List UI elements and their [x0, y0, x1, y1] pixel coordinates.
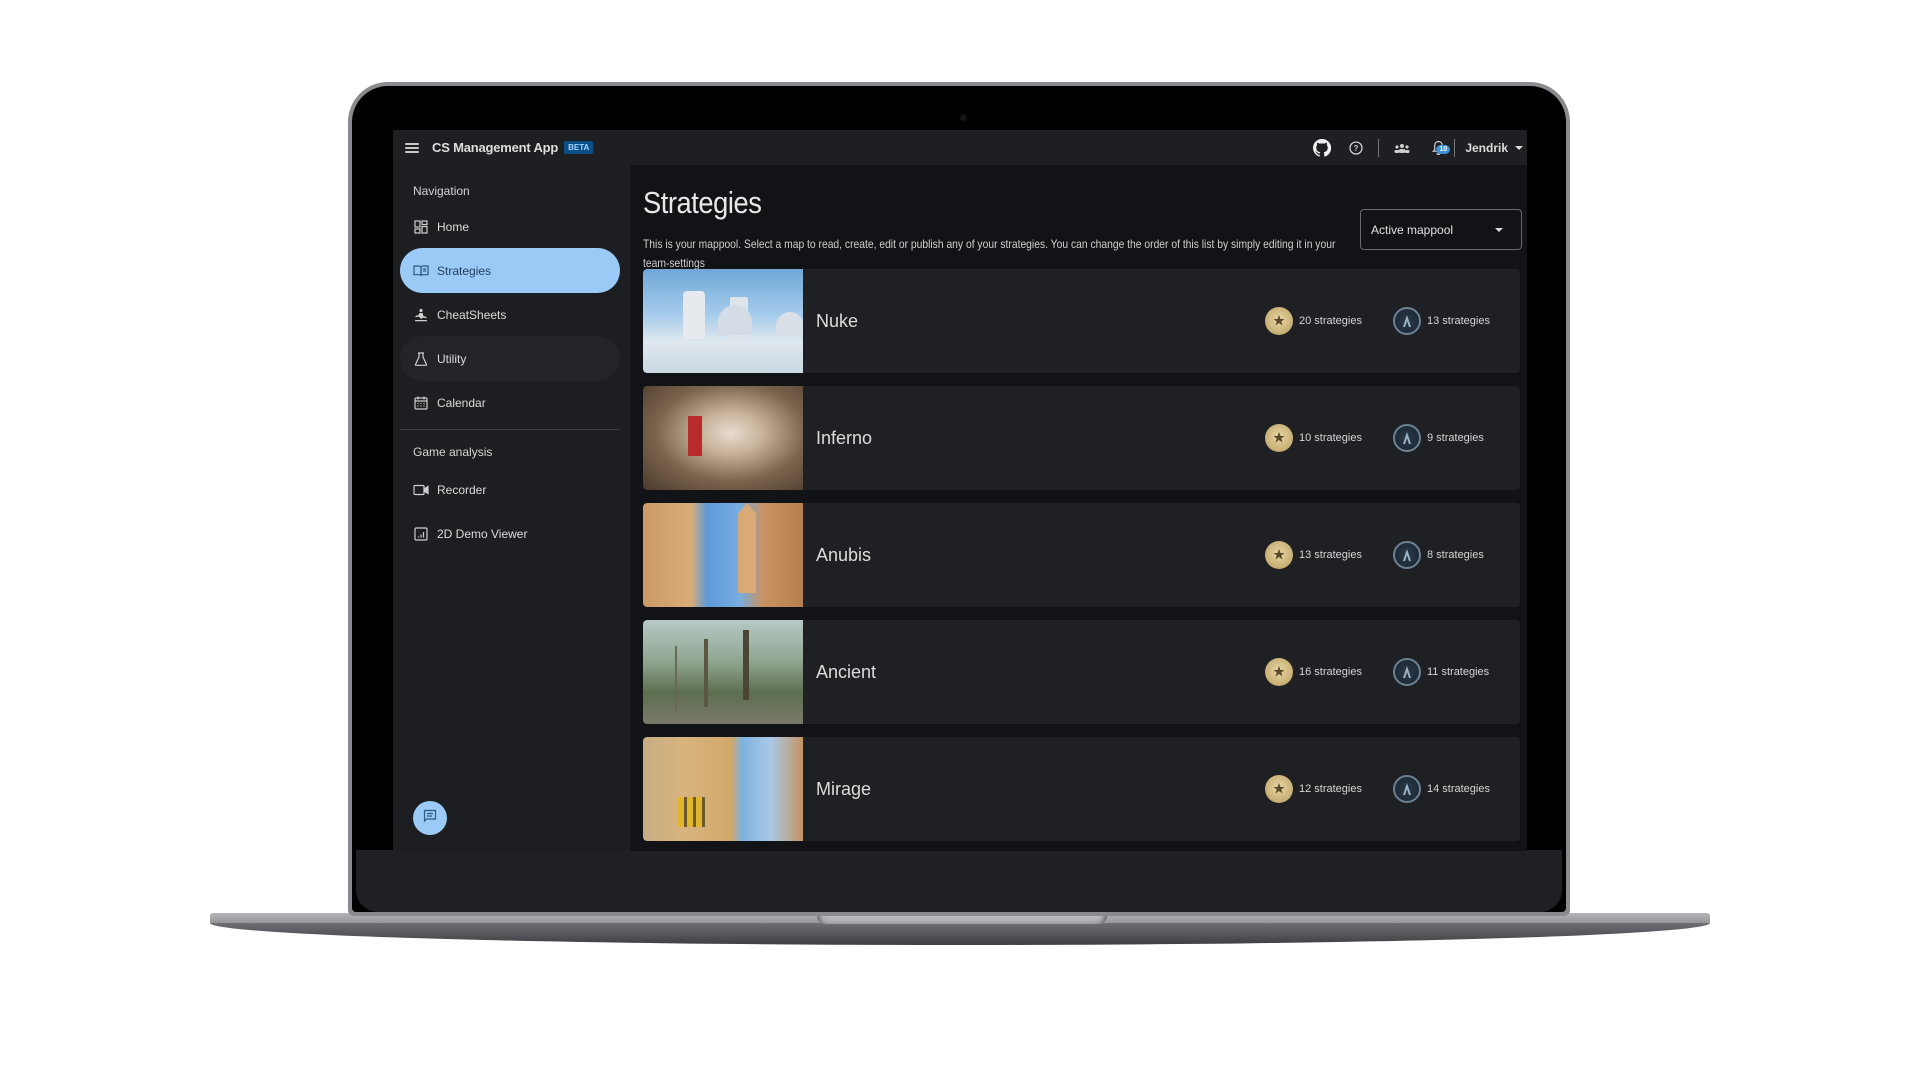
menu-icon[interactable]	[405, 142, 419, 153]
map-row-ancient[interactable]: Ancient 16 strategies 11 strategies	[643, 620, 1520, 724]
sidebar-item-recorder[interactable]: Recorder	[400, 467, 620, 512]
book-icon	[413, 263, 429, 279]
map-row-nuke[interactable]: Nuke 20 strategies 13 strategies	[643, 269, 1520, 373]
laptop-base	[210, 913, 1710, 945]
counter-terrorist-badge-icon	[1393, 424, 1421, 452]
sidebar-item-label: CheatSheets	[437, 307, 507, 322]
svg-text:?: ?	[1354, 144, 1359, 153]
t-strategy-count: 16 strategies	[1265, 658, 1362, 686]
map-name: Anubis	[816, 544, 872, 565]
beta-badge: BETA	[564, 141, 594, 154]
counter-terrorist-badge-icon	[1393, 541, 1421, 569]
counter-terrorist-badge-icon	[1393, 775, 1421, 803]
flask-icon	[413, 351, 429, 367]
sidebar-item-2d-demo-viewer[interactable]: 2D Demo Viewer	[400, 511, 620, 556]
map-name: Inferno	[816, 427, 873, 448]
sidebar-item-label: 2D Demo Viewer	[437, 526, 528, 541]
app-screen: CS Management App BETA ? 10 Jendrik Navi…	[393, 130, 1527, 851]
chevron-down-icon[interactable]	[1515, 145, 1523, 150]
terrorist-badge-icon	[1265, 541, 1293, 569]
user-menu-button[interactable]: Jendrik	[1465, 141, 1508, 155]
map-thumbnail	[643, 620, 803, 724]
app-bar: CS Management App BETA ? 10 Jendrik	[393, 130, 1527, 165]
sidebar-item-strategies[interactable]: Strategies	[400, 248, 620, 293]
ct-strategy-count: 14 strategies	[1393, 775, 1490, 803]
sidebar-item-label: Strategies	[437, 263, 492, 278]
map-thumbnail	[643, 386, 803, 490]
terrorist-badge-icon	[1265, 424, 1293, 452]
map-thumbnail	[643, 737, 803, 841]
appbar-actions: ? 10 Jendrik	[1312, 130, 1527, 165]
video-camera-icon	[413, 482, 429, 498]
page-title: Strategies	[643, 185, 762, 220]
laptop-base-bottom	[210, 923, 1710, 945]
counter-terrorist-badge-icon	[1393, 307, 1421, 335]
app-title: CS Management App	[432, 140, 559, 155]
sidebar-item-cheatsheets[interactable]: CheatSheets	[400, 292, 620, 337]
mappool-select[interactable]: Active mappool	[1360, 209, 1522, 250]
map-row-mirage[interactable]: Mirage 12 strategies 14 strategies	[643, 737, 1520, 841]
sidebar-item-home[interactable]: Home	[400, 204, 620, 249]
ct-strategy-count: 8 strategies	[1393, 541, 1484, 569]
t-strategy-count: 10 strategies	[1265, 424, 1362, 452]
sidebar-item-label: Recorder	[437, 482, 487, 497]
map-name: Ancient	[816, 661, 877, 682]
dashboard-icon	[413, 219, 429, 235]
sidebar-item-utility[interactable]: Utility	[400, 336, 620, 381]
sidebar: Navigation Home Strategies CheatSheets U…	[393, 165, 630, 851]
mappool-select-value: Active mappool	[1371, 222, 1454, 237]
terrorist-badge-icon	[1265, 775, 1293, 803]
ct-strategy-count: 13 strategies	[1393, 307, 1490, 335]
laptop-chin	[356, 850, 1562, 912]
map-name: Mirage	[816, 778, 872, 799]
sidebar-item-calendar[interactable]: Calendar	[400, 380, 620, 425]
page-description: This is your mappool. Select a map to re…	[643, 237, 1336, 270]
sidebar-item-label: Calendar	[437, 395, 486, 410]
map-row-inferno[interactable]: Inferno 10 strategies 9 strategies	[643, 386, 1520, 490]
github-icon[interactable]	[1312, 138, 1332, 158]
calendar-icon	[413, 395, 429, 411]
chat-icon	[423, 809, 437, 828]
chat-button[interactable]	[413, 801, 447, 835]
meditation-icon	[413, 307, 429, 323]
t-strategy-count: 13 strategies	[1265, 541, 1362, 569]
counter-terrorist-badge-icon	[1393, 658, 1421, 686]
main-content: Strategies This is your mappool. Select …	[630, 165, 1527, 851]
terrorist-badge-icon	[1265, 307, 1293, 335]
game-analysis-section-label: Game analysis	[413, 445, 493, 459]
ct-strategy-count: 9 strategies	[1393, 424, 1484, 452]
t-strategy-count: 12 strategies	[1265, 775, 1362, 803]
team-icon[interactable]	[1394, 140, 1410, 156]
map-thumbnail	[643, 269, 803, 373]
appbar-separator	[1378, 138, 1380, 157]
map-row-anubis[interactable]: Anubis 13 strategies 8 strategies	[643, 503, 1520, 607]
camera	[960, 114, 967, 121]
help-icon[interactable]: ?	[1348, 140, 1364, 156]
chevron-down-icon	[1495, 228, 1503, 232]
sidebar-item-label: Home	[437, 219, 470, 234]
chart-box-icon	[413, 526, 429, 542]
notifications-icon[interactable]: 10	[1430, 138, 1451, 158]
t-strategy-count: 20 strategies	[1265, 307, 1362, 335]
terrorist-badge-icon	[1265, 658, 1293, 686]
ct-strategy-count: 11 strategies	[1393, 658, 1489, 686]
navigation-section-label: Navigation	[413, 184, 470, 198]
appbar-separator	[1454, 138, 1456, 157]
sidebar-divider	[400, 429, 620, 430]
map-thumbnail	[643, 503, 803, 607]
map-name: Nuke	[816, 310, 859, 331]
notification-count-badge: 10	[1436, 144, 1451, 154]
sidebar-item-label: Utility	[437, 351, 467, 366]
